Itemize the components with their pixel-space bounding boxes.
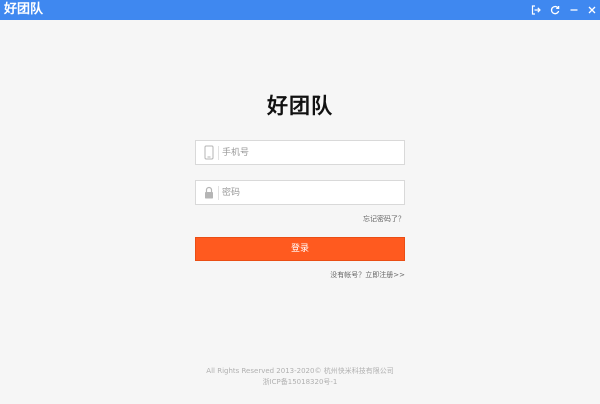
forgot-password-link[interactable]: 忘记密码了？ [363,214,405,224]
minimize-icon [570,9,578,11]
password-field[interactable] [195,180,405,205]
exit-icon [531,5,541,15]
field-divider [218,146,219,160]
app-title: 好团队 [4,2,44,17]
field-divider [218,186,219,200]
icp-text: 浙ICP备15018320号-1 [262,378,338,386]
close-button[interactable] [582,0,600,20]
refresh-button[interactable] [545,0,565,20]
lock-icon [202,185,216,201]
brand-title: 好团队 [267,94,333,118]
refresh-icon [550,5,560,15]
title-bar: 好团队 [0,0,600,20]
minimize-button[interactable] [564,0,584,20]
phone-field[interactable] [195,140,405,165]
close-icon [588,6,596,14]
register-link[interactable]: 没有帐号？立即注册>> [330,270,405,280]
phone-icon [202,145,216,161]
phone-input[interactable] [222,141,398,164]
exit-button[interactable] [526,0,546,20]
password-input[interactable] [222,181,398,204]
copyright-text: All Rights Reserved 2013-2020© 杭州快米科技有限公… [206,367,394,375]
login-button[interactable]: 登录 [195,237,405,261]
